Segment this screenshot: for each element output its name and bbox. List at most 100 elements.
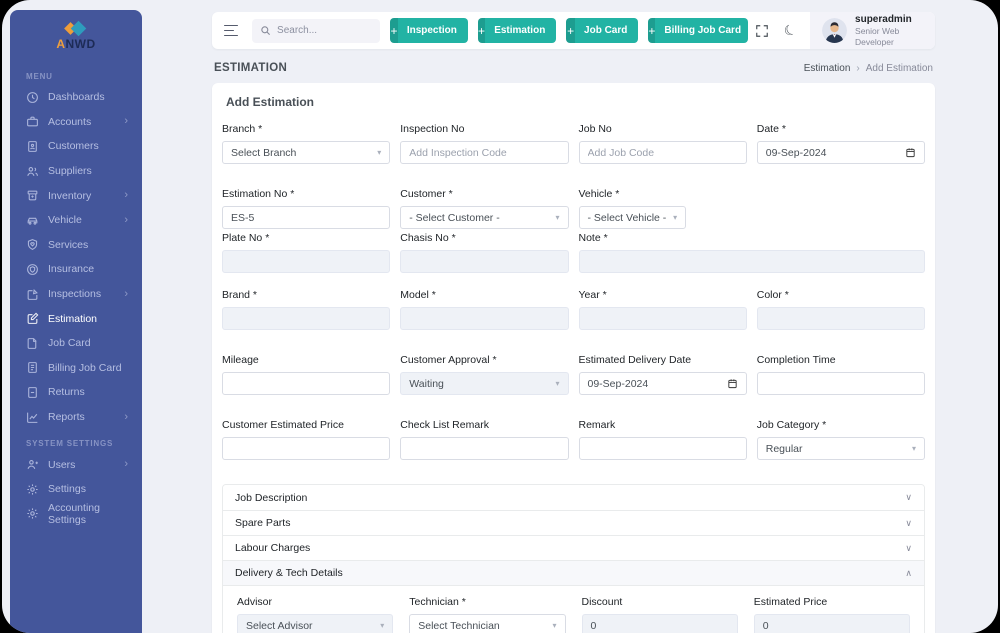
search-input[interactable] bbox=[277, 25, 373, 36]
sidebar-item-settings[interactable]: Settings bbox=[10, 477, 142, 502]
check-list-remark-input[interactable] bbox=[400, 437, 569, 460]
vehicle-label: Vehicle * bbox=[578, 188, 620, 200]
discount-input: 0 bbox=[581, 614, 738, 633]
sidebar-item-label: Services bbox=[48, 238, 89, 251]
sidebar-item-inspections[interactable]: Inspections › bbox=[10, 282, 142, 307]
sidebar-item-accounts[interactable]: Accounts › bbox=[10, 110, 142, 135]
sidebar-item-billing-job-card[interactable]: Billing Job Card bbox=[10, 356, 142, 381]
inspection-no-input[interactable] bbox=[400, 141, 569, 164]
fullscreen-button[interactable] bbox=[748, 12, 776, 49]
estimation-no-label: Estimation No * bbox=[222, 188, 295, 200]
customer-approval-select[interactable]: Waiting ▾ bbox=[400, 372, 569, 395]
breadcrumb-parent[interactable]: Estimation bbox=[804, 63, 851, 74]
sidebar-item-label: Reports bbox=[48, 411, 85, 424]
chevron-right-icon: › bbox=[124, 115, 128, 128]
completion-time-label: Completion Time bbox=[756, 354, 836, 366]
search-box[interactable] bbox=[252, 18, 381, 43]
sidebar-item-label: Users bbox=[48, 458, 76, 471]
accordion-job-description[interactable]: Job Description ∨ bbox=[223, 485, 924, 510]
sidebar-item-users[interactable]: Users › bbox=[10, 452, 142, 477]
plate-no-input bbox=[222, 250, 391, 273]
pencil-square-icon bbox=[26, 312, 39, 325]
sidebar-item-estimation[interactable]: Estimation bbox=[10, 306, 142, 331]
estimated-delivery-date-input[interactable]: 09-Sep-2024 bbox=[578, 372, 747, 395]
add-inspection-button[interactable]: + Inspection bbox=[390, 18, 468, 43]
main-area: + Inspection + Estimation + Job Card + B… bbox=[212, 0, 935, 633]
moon-icon: ☾ bbox=[780, 20, 799, 40]
chasis-no-input bbox=[400, 250, 569, 273]
add-billing-job-card-button[interactable]: + Billing Job Card bbox=[648, 18, 748, 43]
job-category-label: Job Category * bbox=[756, 419, 827, 431]
heart-badge-icon bbox=[26, 238, 39, 251]
advisor-label: Advisor bbox=[237, 596, 273, 608]
job-no-input[interactable] bbox=[578, 141, 747, 164]
sidebar-item-reports[interactable]: Reports › bbox=[10, 405, 142, 430]
chevron-down-icon: ▾ bbox=[555, 379, 560, 388]
sidebar-item-label: Returns bbox=[48, 386, 85, 399]
accordion-labour-charges[interactable]: Labour Charges ∨ bbox=[223, 535, 924, 560]
breadcrumb-separator-icon: › bbox=[856, 62, 860, 74]
chevron-right-icon: › bbox=[124, 458, 128, 471]
note-input bbox=[578, 250, 925, 273]
remark-input[interactable] bbox=[578, 437, 747, 460]
app-logo[interactable]: ANWD bbox=[10, 10, 142, 62]
estimation-no-input[interactable] bbox=[222, 206, 391, 229]
menu-section-label: MENU bbox=[26, 72, 53, 81]
clipboard-edit-icon bbox=[26, 288, 39, 301]
sidebar-item-suppliers[interactable]: Suppliers bbox=[10, 159, 142, 184]
sidebar-item-label: Accounts bbox=[48, 115, 92, 128]
sidebar-item-insurance[interactable]: Insurance bbox=[10, 257, 142, 282]
system-settings-section-label: SYSTEM SETTINGS bbox=[26, 439, 114, 449]
delivery-tech-details-body: Advisor Select Advisor ▾ Technician * Se… bbox=[223, 585, 924, 633]
estimated-price-label: Estimated Price bbox=[753, 596, 828, 608]
user-profile-menu[interactable]: superadmin Senior Web Developer bbox=[810, 12, 935, 49]
breadcrumb-current: Add Estimation bbox=[865, 62, 933, 74]
chasis-no-label: Chasis No * bbox=[400, 232, 456, 244]
sidebar-item-services[interactable]: Services bbox=[10, 233, 142, 258]
customer-estimated-price-input[interactable] bbox=[222, 437, 391, 460]
job-category-select[interactable]: Regular ▾ bbox=[756, 437, 925, 460]
advisor-select[interactable]: Select Advisor ▾ bbox=[237, 614, 394, 633]
sidebar-item-customers[interactable]: Customers bbox=[10, 134, 142, 159]
dashboard-icon bbox=[26, 91, 39, 104]
form-accordion: Job Description ∨ Spare Parts ∨ Labour C… bbox=[222, 484, 925, 633]
customer-approval-label: Customer Approval * bbox=[400, 354, 497, 366]
sidebar-item-accounting-settings[interactable]: Accounting Settings bbox=[10, 502, 142, 527]
job-no-label: Job No bbox=[578, 123, 612, 135]
sidebar-item-returns[interactable]: Returns bbox=[10, 380, 142, 405]
vehicle-select[interactable]: - Select Vehicle - ▾ bbox=[578, 206, 687, 229]
sidebar-item-inventory[interactable]: Inventory › bbox=[10, 183, 142, 208]
sidebar: ANWD MENU Dashboards Accounts › Customer… bbox=[10, 10, 142, 633]
date-label: Date * bbox=[756, 123, 786, 135]
chevron-up-icon: ∧ bbox=[905, 567, 912, 578]
sidebar-item-job-card[interactable]: Job Card bbox=[10, 331, 142, 356]
plus-icon: + bbox=[477, 18, 486, 43]
app-window: ANWD MENU Dashboards Accounts › Customer… bbox=[2, 0, 998, 633]
dark-mode-button[interactable]: ☾ bbox=[776, 12, 804, 49]
note-label: Note * bbox=[578, 232, 608, 244]
branch-select[interactable]: Select Branch ▾ bbox=[222, 141, 391, 164]
customer-select[interactable]: - Select Customer - ▾ bbox=[400, 206, 569, 229]
technician-label: Technician * bbox=[409, 596, 466, 608]
box-icon bbox=[26, 189, 39, 202]
gear-icon bbox=[26, 483, 39, 496]
calendar-icon bbox=[728, 379, 737, 389]
calendar-icon bbox=[906, 148, 915, 158]
sidebar-item-label: Dashboards bbox=[48, 91, 105, 104]
accordion-delivery-tech-details[interactable]: Delivery & Tech Details ∧ bbox=[223, 560, 924, 585]
estimated-delivery-date-label: Estimated Delivery Date bbox=[578, 354, 692, 366]
add-job-card-button[interactable]: + Job Card bbox=[566, 18, 639, 43]
sidebar-item-vehicle[interactable]: Vehicle › bbox=[10, 208, 142, 233]
sidebar-item-dashboards[interactable]: Dashboards bbox=[10, 85, 142, 110]
mileage-input[interactable] bbox=[222, 372, 391, 395]
estimated-price-input: 0 bbox=[753, 614, 910, 633]
branch-label: Branch * bbox=[222, 123, 263, 135]
hamburger-menu-icon[interactable] bbox=[224, 24, 239, 37]
technician-select[interactable]: Select Technician ▾ bbox=[409, 614, 566, 633]
accordion-spare-parts[interactable]: Spare Parts ∨ bbox=[223, 510, 924, 535]
plate-no-label: Plate No * bbox=[222, 232, 270, 244]
date-input[interactable]: 09-Sep-2024 bbox=[756, 141, 925, 164]
add-estimation-button[interactable]: + Estimation bbox=[477, 18, 557, 43]
completion-time-input[interactable] bbox=[756, 372, 925, 395]
topbar: + Inspection + Estimation + Job Card + B… bbox=[212, 12, 935, 49]
